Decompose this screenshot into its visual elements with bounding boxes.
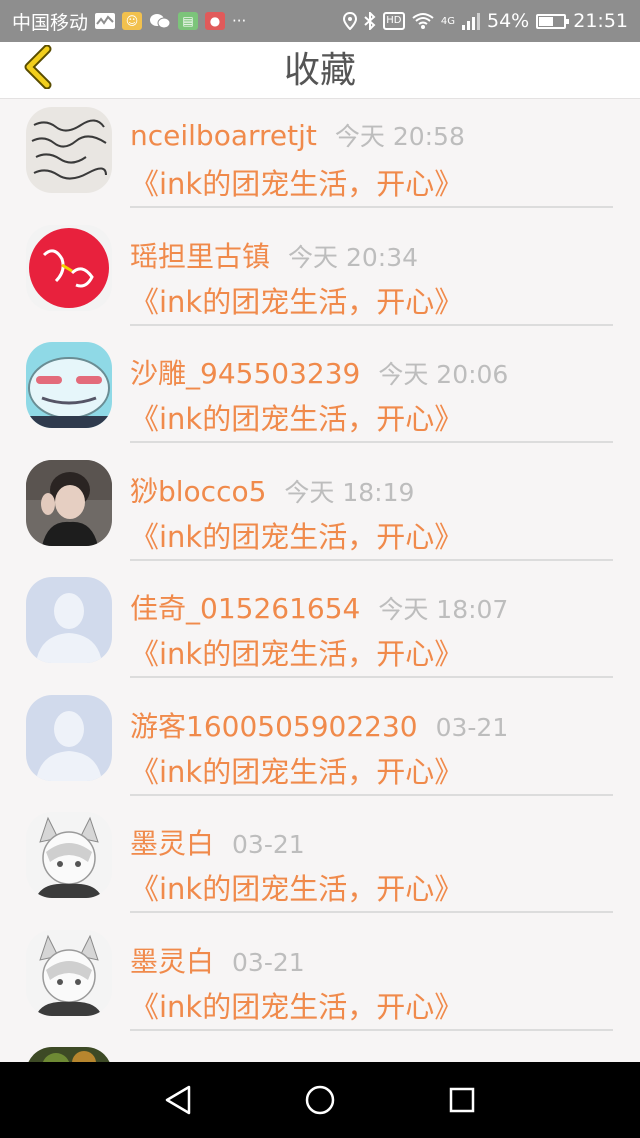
avatar[interactable] (26, 1047, 112, 1062)
nav-back-button[interactable] (158, 1080, 198, 1120)
activity-icon (95, 13, 116, 29)
bluetooth-icon (364, 12, 376, 30)
username: 墨灵白 (130, 944, 215, 978)
favorite-item[interactable]: nceilboarretjt 今天 20:58 《ink的团宠生活，开心》 (0, 99, 640, 217)
navigation-bar (0, 1062, 640, 1138)
clock: 21:51 (573, 10, 628, 32)
more-notifications-icon: ··· (232, 12, 247, 30)
triangle-back-icon (165, 1085, 191, 1115)
avatar[interactable] (26, 107, 112, 193)
post-title[interactable]: 《ink的团宠生活，开心》 (130, 396, 463, 438)
username: 游客1600505902230 (130, 709, 418, 743)
favorites-list[interactable]: nceilboarretjt 今天 20:58 《ink的团宠生活，开心》 瑶担… (0, 99, 640, 1062)
signal-icon (462, 12, 480, 30)
favorite-item[interactable]: 游客1600505902230 03-21 《ink的团宠生活，开心》 (0, 687, 640, 805)
page-title: 收藏 (283, 50, 356, 91)
header-bar: 收藏 (0, 42, 640, 99)
post-title[interactable]: 《ink的团宠生活，开心》 (130, 984, 463, 1026)
timestamp: 今天 18:19 (284, 477, 415, 507)
timestamp: 今天 20:06 (378, 360, 509, 389)
microphone-icon: ● (205, 12, 226, 30)
post-title[interactable]: 《ink的团宠生活，开心》 (130, 514, 463, 556)
nav-home-button[interactable] (300, 1080, 340, 1120)
timestamp: 03-21 (435, 712, 509, 742)
favorite-item-partial[interactable] (0, 1039, 640, 1062)
avatar[interactable] (26, 224, 112, 311)
post-title[interactable]: 《ink的团宠生活，开心》 (130, 279, 463, 321)
network-type-label: 4G (440, 16, 455, 27)
avatar[interactable] (26, 342, 112, 428)
avatar[interactable] (26, 459, 112, 546)
default-avatar-icon (26, 577, 112, 663)
avatar[interactable] (26, 694, 112, 781)
post-title[interactable]: 《ink的团宠生活，开心》 (130, 866, 463, 908)
favorite-item[interactable]: 佳奇_015261654 今天 18:07 《ink的团宠生活，开心》 (0, 569, 640, 687)
chevron-left-icon (24, 45, 52, 89)
avatar[interactable] (26, 812, 112, 898)
app-notification-icon: ☺ (122, 12, 143, 30)
hd-icon: HD (382, 12, 405, 30)
default-avatar-icon (26, 694, 112, 781)
avatar[interactable] (26, 929, 112, 1016)
favorite-item[interactable]: 瑶担里古镇 今天 20:34 《ink的团宠生活，开心》 (0, 217, 640, 335)
post-title[interactable]: 《ink的团宠生活，开心》 (130, 749, 463, 791)
status-bar: 中国移动 ☺ ▤ ● ··· HD 4G 54% 21:51 (0, 0, 640, 42)
username: 墨灵白 (130, 827, 215, 860)
circle-home-icon (305, 1085, 335, 1115)
username: 沙雕_945503239 (130, 357, 361, 390)
battery-percent: 54% (487, 10, 530, 32)
post-title[interactable]: 《ink的团宠生活，开心》 (130, 631, 463, 673)
username: 猀blocco5 (130, 474, 267, 508)
nav-recents-button[interactable] (442, 1080, 482, 1120)
timestamp: 今天 20:58 (334, 122, 465, 151)
post-title[interactable]: 《ink的团宠生活，开心》 (130, 161, 463, 203)
back-button[interactable] (12, 42, 66, 92)
username: nceilboarretjt (130, 119, 317, 152)
favorite-item[interactable]: 猀blocco5 今天 18:19 《ink的团宠生活，开心》 (0, 452, 640, 570)
favorite-item[interactable]: 墨灵白 03-21 《ink的团宠生活，开心》 (0, 804, 640, 922)
timestamp: 今天 18:07 (378, 595, 509, 624)
timestamp: 03-21 (232, 830, 305, 859)
timestamp: 03-21 (232, 947, 305, 977)
location-icon (342, 12, 357, 30)
username: 瑶担里古镇 (130, 239, 271, 273)
username: 佳奇_015261654 (130, 592, 361, 625)
timestamp: 今天 20:34 (288, 242, 419, 272)
avatar[interactable] (26, 577, 112, 663)
battery-icon (536, 13, 570, 29)
carrier-name: 中国移动 (12, 11, 89, 34)
favorite-item[interactable]: 墨灵白 03-21 《ink的团宠生活，开心》 (0, 922, 640, 1040)
square-recents-icon (449, 1087, 475, 1113)
wechat-icon (149, 12, 171, 30)
app-notification-icon-2: ▤ (178, 12, 199, 30)
favorite-item[interactable]: 沙雕_945503239 今天 20:06 《ink的团宠生活，开心》 (0, 334, 640, 452)
wifi-icon (412, 12, 434, 30)
